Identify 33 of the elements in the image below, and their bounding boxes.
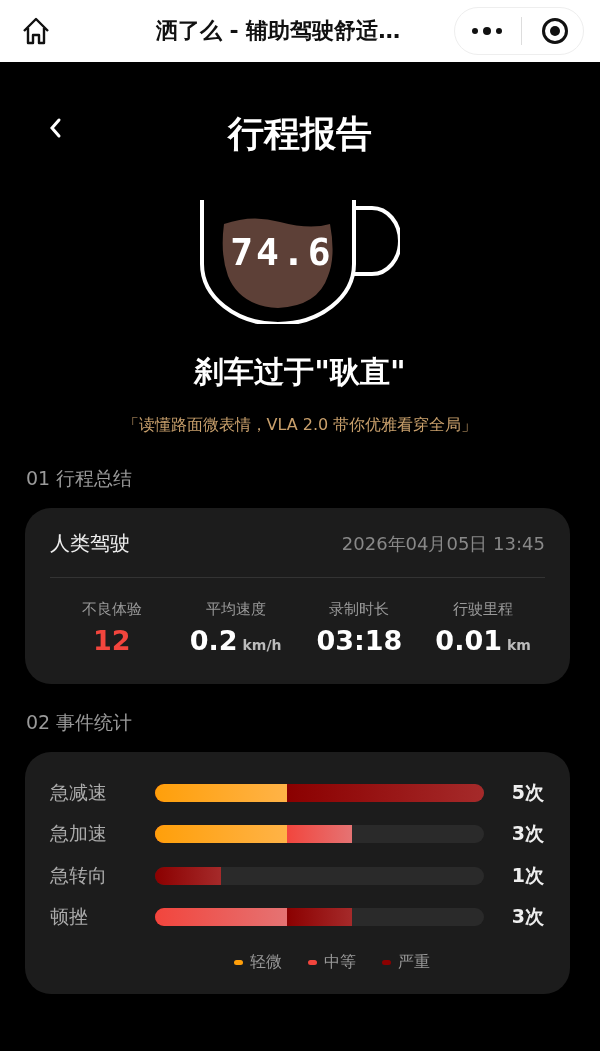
section-heading: 01 行程总结 — [26, 466, 134, 491]
more-icon[interactable] — [471, 26, 503, 36]
event-count: 3次 — [510, 821, 544, 847]
window-title: 洒了么 - 辅助驾驶舒适… — [154, 17, 402, 45]
page-title: 行程报告 — [228, 112, 372, 156]
stat-value: 03:18 — [316, 625, 403, 656]
verdict-text: 刹车过于"耿直" — [194, 353, 406, 391]
score-value: 74.6 — [229, 230, 335, 274]
event-name: 急减速 — [50, 779, 108, 805]
stat-label: 不良体验 — [80, 600, 143, 619]
section-heading: 02 事件统计 — [26, 710, 134, 735]
event-count: 1次 — [510, 862, 544, 888]
event-count: 5次 — [510, 779, 544, 805]
legend-label: 中等 — [324, 952, 356, 973]
stat-label: 行驶里程 — [452, 600, 515, 619]
legend-label: 严重 — [398, 952, 430, 973]
stat-value: 0.01 — [435, 625, 502, 656]
legend-label: 轻微 — [250, 952, 282, 973]
driving-mode-label: 人类驾驶 — [50, 530, 130, 557]
unit-text: km/h — [242, 637, 282, 653]
stat-label: 平均速度 — [204, 600, 267, 619]
stat-value: 12 — [93, 625, 131, 656]
date-time-text: 2026年04月05日 13:45 — [341, 531, 545, 556]
event-name: 急加速 — [50, 821, 108, 847]
back-icon[interactable] — [48, 117, 62, 139]
event-count: 3次 — [510, 904, 544, 930]
event-name: 急转向 — [50, 862, 108, 888]
tagline-text: 「读懂路面微表情，VLA 2.0 带你优雅看穿全局」 — [122, 415, 478, 436]
stat-value: 0.2 — [189, 625, 238, 656]
stat-label: 录制时长 — [328, 600, 391, 619]
close-icon[interactable] — [541, 17, 569, 45]
event-name: 顿挫 — [50, 904, 89, 930]
unit-text: km — [507, 637, 531, 653]
